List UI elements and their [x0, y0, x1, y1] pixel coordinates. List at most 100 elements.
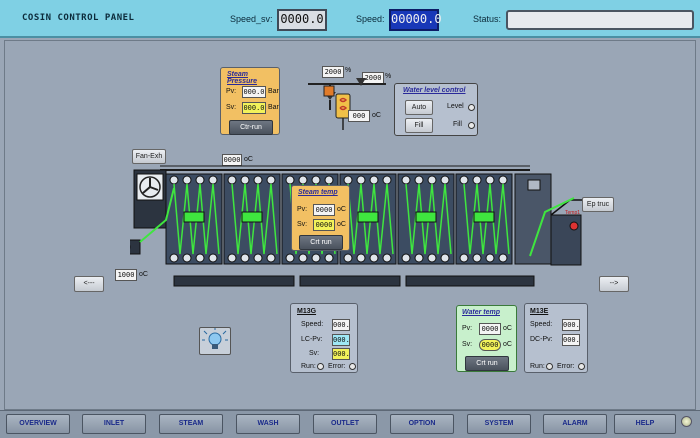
- nav-alarm-button[interactable]: ALARM: [543, 414, 607, 434]
- roller-icon: [382, 253, 392, 263]
- water-temp-crt-run-button[interactable]: Crt run: [465, 356, 509, 371]
- roller-icon: [343, 175, 353, 185]
- steam-pressure-panel: Steam Pressure Pv: 000.0 Bar Sv: 000.0 B…: [220, 67, 280, 135]
- m13e-error-indicator: [578, 363, 585, 370]
- m13g-run-label: Run:: [301, 363, 316, 370]
- m13g-lc-label: LC-Pv:: [301, 336, 323, 343]
- level-indicator: [468, 104, 475, 111]
- roller-icon: [440, 175, 450, 185]
- steam-boiler-diagram: [308, 78, 386, 130]
- speed-display: 00000.0: [389, 9, 442, 31]
- nav-help-button[interactable]: HELP: [614, 414, 676, 434]
- water-temp-pv-unit: oC: [503, 325, 512, 332]
- roller-icon: [266, 253, 276, 263]
- roller-icon: [485, 175, 495, 185]
- roller-icon: [498, 175, 508, 185]
- steam-temp-sv-input[interactable]: 0000: [313, 219, 335, 231]
- water-temp-pv-value: 0000: [479, 323, 501, 335]
- steam-temp-sv-unit: oC: [337, 221, 346, 228]
- nav-system-button[interactable]: SYSTEM: [467, 414, 531, 434]
- steam-pressure-pv-value: 000.0: [242, 86, 266, 98]
- app-title: COSIN CONTROL PANEL: [22, 13, 135, 23]
- m13g-speed-label: Speed:: [301, 321, 324, 328]
- roller-icon: [208, 175, 218, 185]
- steam-pressure-title: Steam Pressure: [227, 71, 257, 85]
- roller-icon: [298, 253, 308, 263]
- m13g-run-indicator: [317, 363, 324, 370]
- water-level-fill-button[interactable]: Fill: [405, 118, 433, 133]
- inlet-motor-icon: [130, 239, 141, 255]
- roller-icon: [169, 253, 179, 263]
- roller-icon: [369, 253, 379, 263]
- steam-pressure-sv-label: Sv:: [226, 104, 237, 111]
- roller-icon: [266, 175, 276, 185]
- steam-temp-pv-unit: oC: [337, 206, 346, 213]
- nav-outlet-button[interactable]: OUTLET: [313, 414, 377, 434]
- lightbulb-icon: [202, 327, 228, 349]
- m13g-panel: M13G Speed: 000. LC-Pv: 000. Sv: 000. Ru…: [290, 303, 358, 373]
- m13e-panel: M13E Speed: 000. DC-Pv: 000. Run: Error:: [524, 303, 588, 373]
- nav-option-button[interactable]: OPTION: [390, 414, 454, 434]
- roller-icon: [440, 253, 450, 263]
- water-temp-panel: Water temp Pv: 0000 oC Sv: 0000 oC Crt r…: [456, 305, 517, 372]
- nav-wash-button[interactable]: WASH: [236, 414, 300, 434]
- chamber-indicator: [473, 211, 495, 223]
- speed-sv-display[interactable]: 0000.0: [277, 9, 327, 31]
- steam-pressure-ctr-run-button[interactable]: Ctr-run: [229, 120, 273, 135]
- chamber-indicator: [357, 211, 379, 223]
- nav-steam-button[interactable]: STEAM: [159, 414, 223, 434]
- previous-page-button[interactable]: <---: [74, 276, 104, 292]
- nav-inlet-button[interactable]: INLET: [82, 414, 146, 434]
- roller-icon: [253, 253, 263, 263]
- roller-icon: [240, 175, 250, 185]
- m13g-error-label: Error:: [328, 363, 346, 370]
- steam-temp-panel: Steam temp Pv: 0000 oC Sv: 0000 oC Crt r…: [291, 185, 350, 251]
- m13g-speed-value: 000.: [332, 319, 350, 331]
- power-indicator-icon: [681, 416, 692, 427]
- m13e-speed-value: 000.: [562, 319, 580, 331]
- m13e-title: M13E: [530, 308, 549, 315]
- light-toggle-button[interactable]: [199, 327, 231, 355]
- steam-pressure-sv-input[interactable]: 000.0: [242, 102, 266, 114]
- roller-icon: [401, 253, 411, 263]
- roller-icon: [485, 253, 495, 263]
- inlet-temp-value: 1000: [115, 269, 137, 281]
- alarm-sensor-icon: [569, 221, 579, 231]
- water-temp-title: Water temp: [462, 309, 500, 316]
- roller-icon: [472, 253, 482, 263]
- roller-icon: [382, 175, 392, 185]
- roller-icon: [195, 253, 205, 263]
- steam-pressure-pv-unit: Bar: [268, 88, 279, 95]
- roller-icon: [253, 175, 263, 185]
- roller-icon: [240, 253, 250, 263]
- boiler-icon: [323, 85, 335, 97]
- water-temp-sv-label: Sv:: [462, 341, 473, 348]
- steam-temp-crt-run-button[interactable]: Crt run: [299, 235, 343, 250]
- roller-icon: [195, 175, 205, 185]
- roller-icon: [285, 175, 295, 185]
- m13e-run-label: Run:: [530, 363, 545, 370]
- water-temp-sv-input[interactable]: 0000: [479, 339, 501, 351]
- fill-indicator: [468, 122, 475, 129]
- m13e-dc-value: 000.: [562, 334, 580, 346]
- m13e-run-indicator: [546, 363, 553, 370]
- m13g-sv-input[interactable]: 000.: [332, 348, 350, 360]
- roller-icon: [227, 253, 237, 263]
- temp1-sensor-label: Temp1: [565, 210, 581, 216]
- roller-icon: [498, 253, 508, 263]
- water-level-auto-button[interactable]: Auto: [405, 100, 433, 115]
- ep-truc-button[interactable]: Ep truc: [582, 197, 614, 212]
- roller-icon: [324, 253, 334, 263]
- nav-overview-button[interactable]: OVERVIEW: [6, 414, 70, 434]
- chamber-indicator: [415, 211, 437, 223]
- steam-temp-pv-label: Pv:: [297, 206, 308, 213]
- roller-icon: [182, 175, 192, 185]
- m13e-dc-label: DC-Pv:: [530, 336, 553, 343]
- inlet-temp-unit: oC: [139, 271, 148, 278]
- fill-label: Fill: [453, 121, 462, 128]
- roller-icon: [208, 253, 218, 263]
- chamber-indicator: [183, 211, 205, 223]
- roller-icon: [369, 175, 379, 185]
- next-page-button[interactable]: -->: [599, 276, 629, 292]
- m13e-error-label: Error:: [557, 363, 575, 370]
